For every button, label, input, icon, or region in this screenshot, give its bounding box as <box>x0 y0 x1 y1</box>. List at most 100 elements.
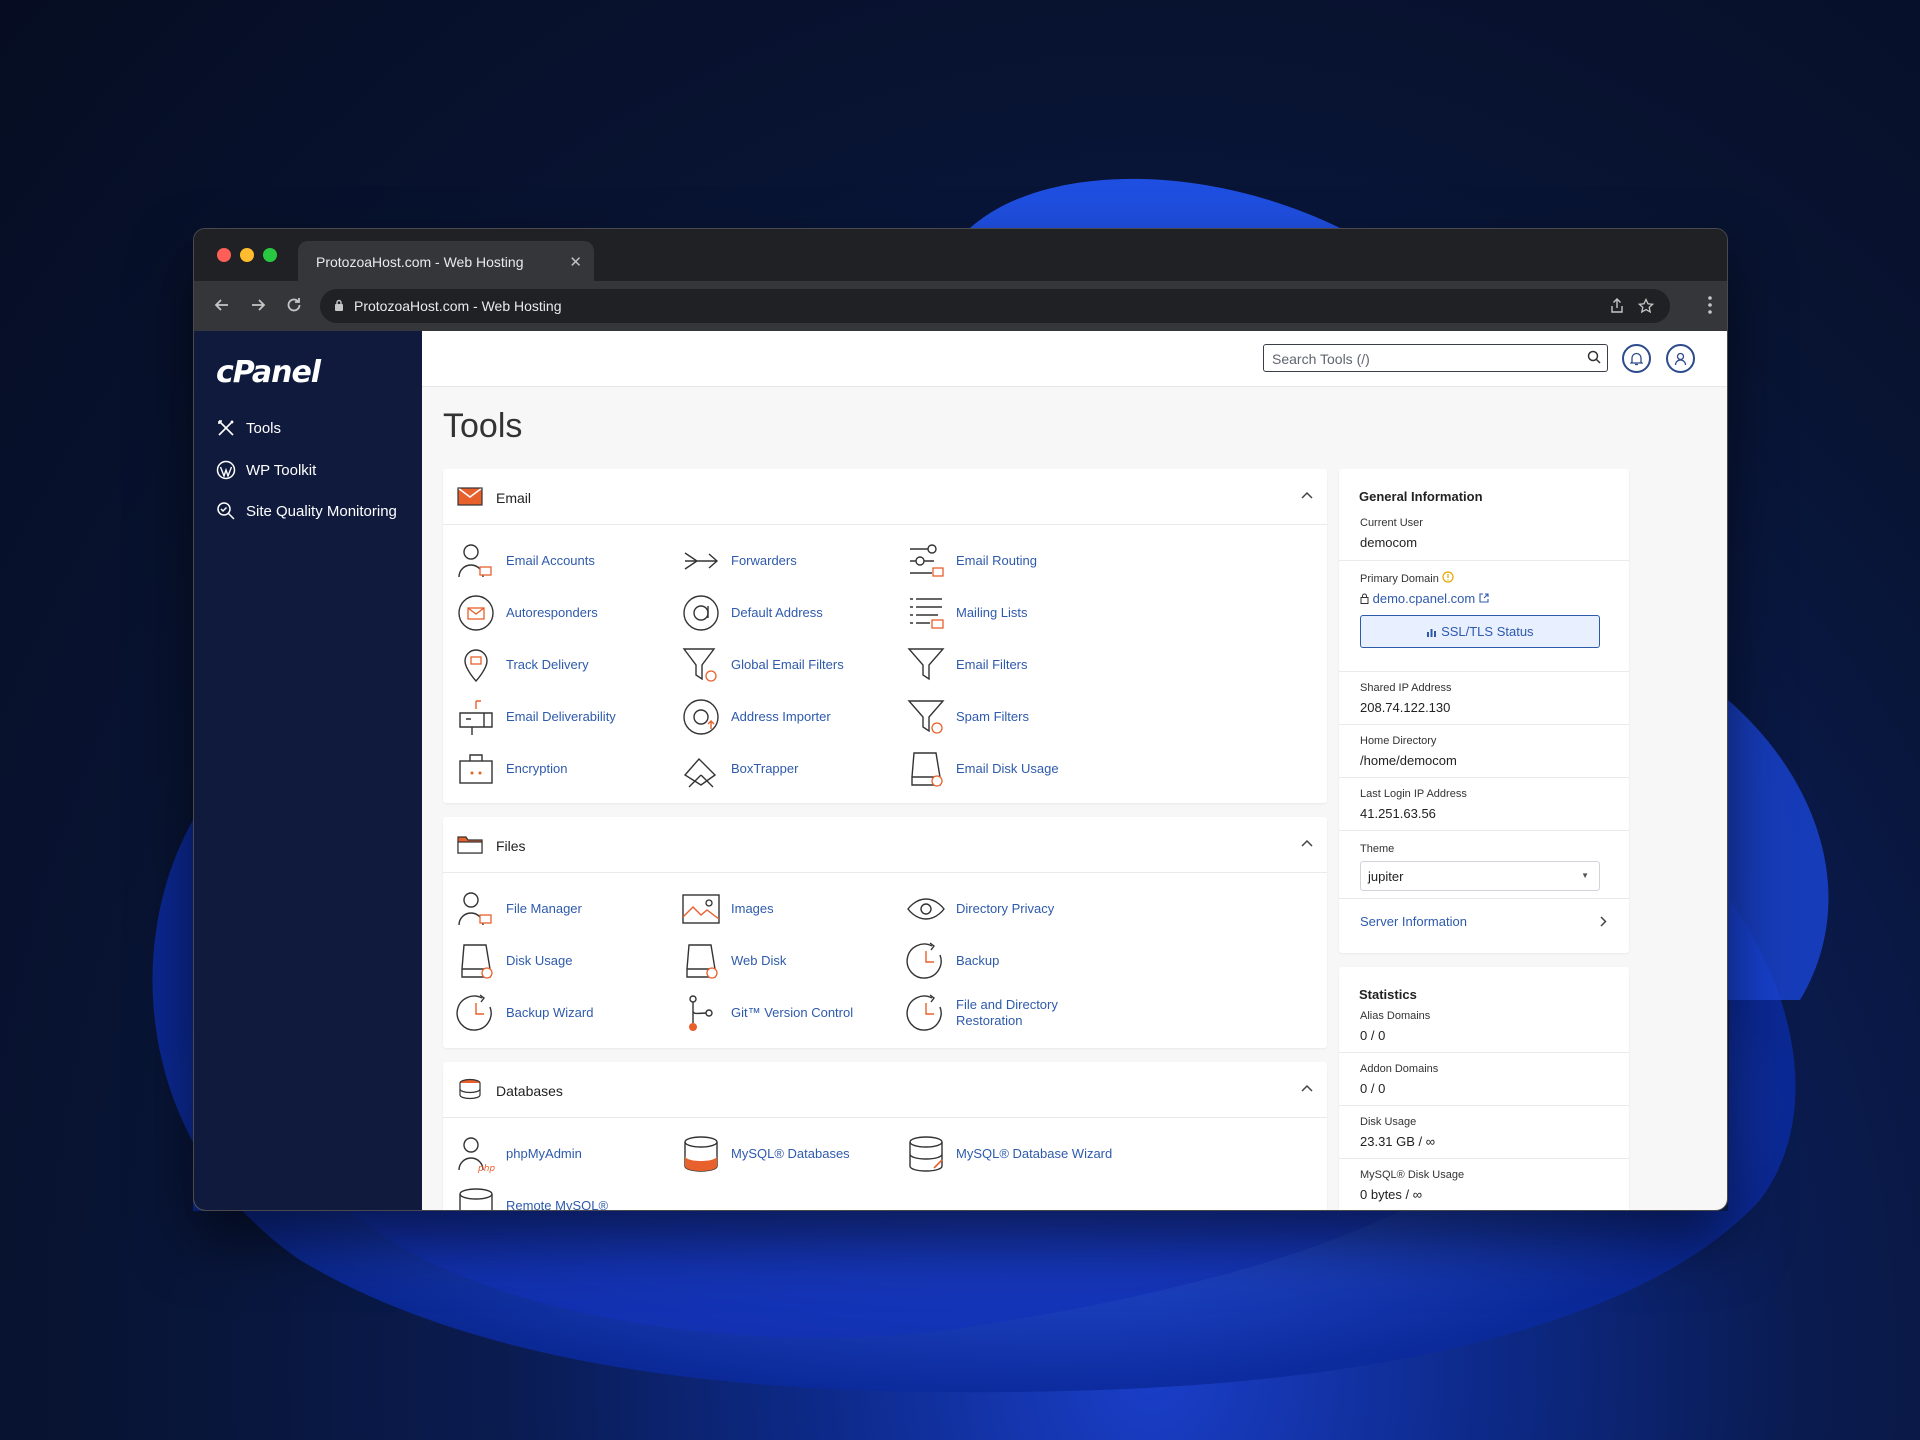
tool-web-disk[interactable]: Web Disk <box>681 941 786 981</box>
tool-autoresponders[interactable]: Autoresponders <box>456 593 598 633</box>
tool-label: Email Accounts <box>506 553 595 568</box>
autoresponder-icon <box>458 595 494 631</box>
cpanel-logo[interactable]: cPanel <box>216 355 321 390</box>
tool-boxtrapper[interactable]: BoxTrapper <box>681 749 798 789</box>
briefcase-icon <box>459 754 493 784</box>
info-icon[interactable] <box>1442 571 1454 583</box>
mailing-list-icon <box>910 598 944 629</box>
back-icon[interactable] <box>212 295 232 315</box>
search-icon[interactable] <box>1587 350 1601 364</box>
address-bar[interactable]: ProtozoaHost.com - Web Hosting <box>320 289 1670 323</box>
tool-label: Disk Usage <box>506 953 573 968</box>
tool-email-disk-usage[interactable]: Email Disk Usage <box>906 749 1059 789</box>
tool-label: Track Delivery <box>506 657 589 672</box>
tool-spam-filters[interactable]: Spam Filters <box>906 697 1029 737</box>
person-mail-icon <box>458 892 492 926</box>
tool-label: Encryption <box>506 761 568 776</box>
tool-encryption[interactable]: Encryption <box>456 749 567 789</box>
tool-label: Email Routing <box>956 553 1037 568</box>
ssl-tls-status-button[interactable]: SSL/TLS Status <box>1360 615 1600 648</box>
general-information-panel: General Information Current User democom… <box>1339 469 1629 953</box>
notifications-button[interactable] <box>1622 344 1651 373</box>
site-quality-icon <box>217 502 235 520</box>
last-login-ip-label: Last Login IP Address <box>1360 788 1467 800</box>
theme-select[interactable]: jupiter ▼ <box>1360 861 1600 891</box>
forward-icon[interactable] <box>248 295 268 315</box>
filter-icon <box>907 648 945 681</box>
tool-file-and-directory-restoration[interactable]: File and Directory Restoration <box>906 993 1066 1033</box>
cpanel-app: cPanel Tools WP Toolkit Site Quality Mon… <box>194 331 1727 1210</box>
stat-value: 23.31 GB / ∞ <box>1360 1134 1436 1149</box>
tab-close-icon[interactable]: ✕ <box>569 253 582 271</box>
section-title: Databases <box>496 1083 563 1099</box>
tool-email-filters[interactable]: Email Filters <box>906 645 1028 685</box>
location-pin-icon <box>464 649 488 683</box>
email-section: Email Email Accounts Forwarders Email Rout… <box>443 469 1327 803</box>
server-information-link[interactable]: Server Information <box>1339 898 1629 943</box>
tool-label: BoxTrapper <box>731 761 799 776</box>
tool-label: MySQL® Database Wizard <box>956 1146 1113 1161</box>
sidebar-item-site-quality[interactable]: Site Quality Monitoring <box>216 498 397 524</box>
tool-phpmyadmin[interactable]: php phpMyAdmin <box>456 1134 582 1174</box>
php-user-icon: php <box>458 1137 495 1174</box>
sidebar-item-tools[interactable]: Tools <box>216 415 281 441</box>
tool-email-accounts[interactable]: Email Accounts <box>456 541 595 581</box>
tool-mailing-lists[interactable]: Mailing Lists <box>906 593 1028 633</box>
collapse-chevron-icon[interactable] <box>1301 1084 1313 1092</box>
tool-mysql-database-wizard[interactable]: MySQL® Database Wizard <box>906 1134 1112 1174</box>
collapse-chevron-icon[interactable] <box>1301 491 1313 499</box>
databases-section-header[interactable]: Databases <box>443 1062 1327 1118</box>
tool-global-email-filters[interactable]: Global Email Filters <box>681 645 844 685</box>
close-window-button[interactable] <box>217 248 231 262</box>
tool-default-address[interactable]: Default Address <box>681 593 823 633</box>
stat-label: Alias Domains <box>1360 1010 1431 1022</box>
tool-label: Images <box>731 901 774 916</box>
tool-mysql-databases[interactable]: MySQL® Databases <box>681 1134 850 1174</box>
email-section-header[interactable]: Email <box>443 469 1327 525</box>
reload-icon[interactable] <box>284 295 304 315</box>
collapse-chevron-icon[interactable] <box>1301 839 1313 847</box>
person-mail-icon <box>458 544 492 578</box>
tool-backup[interactable]: Backup <box>906 941 999 981</box>
tool-remote-mysql[interactable]: Remote MySQL® <box>456 1186 608 1210</box>
bookmark-star-icon[interactable] <box>1638 298 1654 314</box>
tool-images[interactable]: Images <box>681 889 774 929</box>
browser-menu-icon[interactable] <box>1707 295 1713 315</box>
shared-ip-value: 208.74.122.130 <box>1360 700 1451 715</box>
browser-toolbar: ProtozoaHost.com - Web Hosting <box>194 281 1727 331</box>
tool-forwarders[interactable]: Forwarders <box>681 541 797 581</box>
disk-icon <box>686 944 718 979</box>
external-link-icon <box>1479 593 1489 603</box>
tool-git-version-control[interactable]: Git™ Version Control <box>681 993 853 1033</box>
box-trap-icon <box>683 757 717 788</box>
backup-clock-icon <box>906 942 942 979</box>
disk-icon <box>461 944 493 979</box>
tool-label: File and Directory Restoration <box>956 997 1058 1028</box>
tool-label: Default Address <box>731 605 823 620</box>
stat-value: 0 / 0 <box>1360 1081 1386 1096</box>
tool-label: Mailing Lists <box>956 605 1028 620</box>
tool-label: Directory Privacy <box>956 901 1055 916</box>
minimize-window-button[interactable] <box>240 248 254 262</box>
tool-email-routing[interactable]: Email Routing <box>906 541 1037 581</box>
tool-track-delivery[interactable]: Track Delivery <box>456 645 589 685</box>
tool-label: Backup <box>956 953 1000 968</box>
tool-label: Address Importer <box>731 709 831 724</box>
share-icon[interactable] <box>1610 298 1624 314</box>
tool-disk-usage[interactable]: Disk Usage <box>456 941 572 981</box>
svg-text:php: php <box>477 1164 495 1174</box>
section-title: Files <box>496 838 526 854</box>
search-tools-input[interactable]: Search Tools (/) <box>1263 344 1608 372</box>
tool-file-manager[interactable]: File Manager <box>456 889 582 929</box>
tool-directory-privacy[interactable]: Directory Privacy <box>906 889 1054 929</box>
sidebar-item-wp-toolkit[interactable]: WP Toolkit <box>216 457 316 483</box>
maximize-window-button[interactable] <box>263 248 277 262</box>
browser-tab[interactable]: ProtozoaHost.com - Web Hosting ✕ <box>298 241 594 281</box>
stat-label: Disk Usage <box>1360 1116 1417 1128</box>
user-menu-button[interactable] <box>1666 344 1695 373</box>
primary-domain-link[interactable]: demo.cpanel.com <box>1360 591 1609 606</box>
tool-backup-wizard[interactable]: Backup Wizard <box>456 993 593 1033</box>
files-section-header[interactable]: Files <box>443 817 1327 873</box>
tool-address-importer[interactable]: Address Importer <box>681 697 831 737</box>
tool-email-deliverability[interactable]: Email Deliverability <box>456 697 616 737</box>
